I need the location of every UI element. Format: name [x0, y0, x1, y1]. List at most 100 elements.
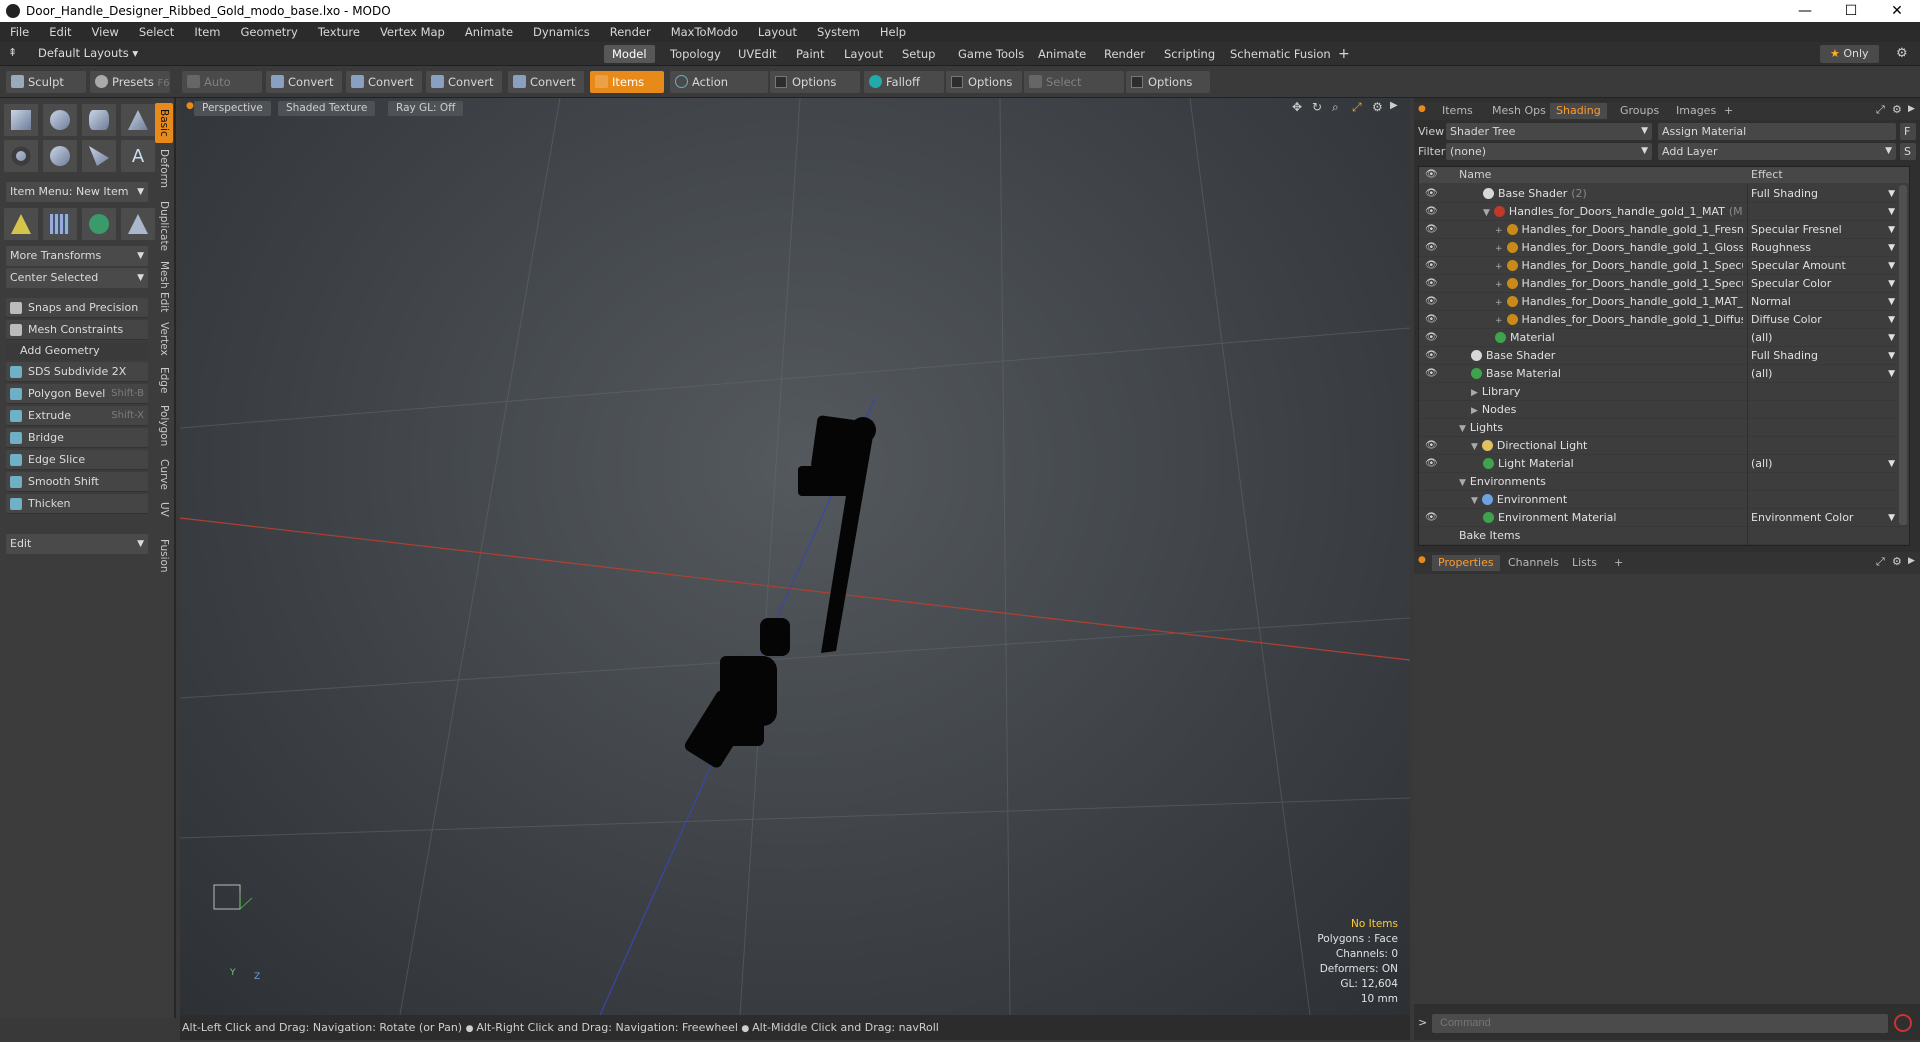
visibility-eye-icon[interactable]: 👁 — [1425, 239, 1439, 257]
options-checkbox[interactable] — [1131, 76, 1143, 88]
vtab-duplicate[interactable]: Duplicate — [155, 197, 173, 255]
convert-button-2[interactable]: Convert — [346, 71, 422, 93]
cylinder-button[interactable] — [82, 104, 116, 136]
shader-tree-row[interactable]: 👁 Base Shader (2) Full Shading ▼ — [1419, 185, 1909, 203]
expand-toggle-icon[interactable]: + — [1495, 280, 1503, 290]
expand-toggle-icon[interactable]: ▼ — [1459, 424, 1466, 434]
close-icon[interactable]: ✕ — [1874, 0, 1920, 22]
shader-tree-row[interactable]: ▶ Library — [1419, 383, 1909, 401]
s-button[interactable]: S — [1900, 143, 1916, 160]
vtab-edge[interactable]: Edge — [155, 363, 173, 397]
minimize-icon[interactable]: — — [1782, 0, 1828, 22]
visibility-eye-icon[interactable]: 👁 — [1425, 329, 1439, 347]
pen-tool-button[interactable] — [82, 140, 116, 172]
tab-images[interactable]: Images — [1670, 103, 1722, 119]
vtab-uv[interactable]: UV — [155, 497, 173, 521]
add-geometry-header[interactable]: Add Geometry — [6, 342, 148, 360]
pyramid-button[interactable] — [121, 208, 155, 240]
options-button-1[interactable]: Options — [770, 71, 860, 93]
vtab-fusion[interactable]: Fusion — [155, 535, 173, 577]
expand-toggle-icon[interactable]: ▼ — [1483, 208, 1490, 218]
mesh-constraints-button[interactable]: Mesh Constraints — [6, 320, 148, 340]
name-column-header[interactable]: Name — [1459, 167, 1491, 183]
f-button[interactable]: F — [1900, 123, 1916, 140]
convert-button-1[interactable]: Convert — [266, 71, 342, 93]
tab-topology[interactable]: Topology — [662, 45, 729, 63]
visibility-eye-icon[interactable]: 👁 — [1425, 293, 1439, 311]
menu-file[interactable]: File — [0, 25, 39, 39]
effect-column-header[interactable]: Effect — [1751, 167, 1783, 183]
vtab-vertex[interactable]: Vertex — [155, 319, 173, 359]
filter-dropdown[interactable]: (none) ▼ — [1446, 143, 1652, 160]
convert-button-3[interactable]: Convert — [426, 71, 502, 93]
vtab-mesh-edit[interactable]: Mesh Edit — [155, 259, 173, 315]
shader-tree-row[interactable]: 👁 + Handles_for_Doors_handle_gold_1_Fresne… — [1419, 221, 1909, 239]
effect-dropdown[interactable]: (all) ▼ — [1747, 329, 1899, 347]
menu-dynamics[interactable]: Dynamics — [523, 25, 600, 39]
vtab-curve[interactable]: Curve — [155, 455, 173, 493]
expand-toggle-icon[interactable]: + — [1495, 226, 1503, 236]
visibility-eye-icon[interactable]: 👁 — [1425, 311, 1439, 329]
viewport-menu-icon[interactable]: ● — [186, 101, 194, 111]
zoom-icon[interactable]: ⌕ — [1332, 100, 1339, 115]
options-button-3[interactable]: Options — [1126, 71, 1210, 93]
menu-select[interactable]: Select — [129, 25, 184, 39]
effect-dropdown[interactable]: (all) ▼ — [1747, 455, 1899, 473]
options-checkbox[interactable] — [951, 76, 963, 88]
snaps-precision-button[interactable]: Snaps and Precision — [6, 298, 148, 318]
capsule-button[interactable] — [43, 140, 77, 172]
visibility-eye-icon[interactable]: 👁 — [1425, 203, 1439, 221]
3d-viewport[interactable]: ● Perspective Shaded Texture Ray GL: Off… — [180, 98, 1410, 1015]
menu-animate[interactable]: Animate — [455, 25, 523, 39]
effect-dropdown[interactable]: Specular Fresnel ▼ — [1747, 221, 1899, 239]
menu-maxtomodo[interactable]: MaxToModo — [661, 25, 748, 39]
default-layouts-dropdown[interactable]: Default Layouts ▾ — [38, 46, 138, 60]
tab-properties[interactable]: Properties — [1432, 555, 1500, 571]
tab-animate[interactable]: Animate — [1030, 45, 1094, 63]
tab-render[interactable]: Render — [1096, 45, 1153, 63]
edit-dropdown[interactable]: Edit ▼ — [6, 534, 148, 554]
shader-tree-row[interactable]: 👁 + Handles_for_Doors_handle_gold_1_Glossi… — [1419, 239, 1909, 257]
add-tab-button[interactable]: + — [1608, 555, 1629, 571]
menu-help[interactable]: Help — [870, 25, 916, 39]
expand-toggle-icon[interactable]: ▶ — [1471, 388, 1478, 398]
menu-geometry[interactable]: Geometry — [231, 25, 308, 39]
tab-model[interactable]: Model — [604, 45, 655, 63]
auto-select-button[interactable]: Auto Select — [182, 71, 262, 111]
view-dropdown[interactable]: Shader Tree ▼ — [1446, 123, 1652, 140]
center-selected-dropdown[interactable]: Center Selected ▼ — [6, 268, 148, 288]
shader-tree-row[interactable]: ▼ Environment — [1419, 491, 1909, 509]
tab-channels[interactable]: Channels — [1502, 555, 1565, 571]
effect-dropdown[interactable]: Full Shading ▼ — [1747, 185, 1899, 203]
visibility-eye-icon[interactable]: 👁 — [1425, 437, 1439, 455]
globe-button[interactable] — [82, 208, 116, 240]
add-layer-dropdown[interactable]: Add Layer ▼ — [1658, 143, 1896, 160]
vtab-polygon[interactable]: Polygon — [155, 401, 173, 451]
menu-vertex-map[interactable]: Vertex Map — [370, 25, 455, 39]
effect-dropdown[interactable]: Environment Color ▼ — [1747, 509, 1899, 527]
tab-schematic-fusion[interactable]: Schematic Fusion — [1222, 45, 1339, 63]
raygl-button[interactable]: Ray GL: Off — [388, 101, 464, 116]
presets-button[interactable]: Presets F6 — [90, 71, 170, 93]
effect-dropdown[interactable]: Full Shading ▼ — [1747, 347, 1899, 365]
visibility-eye-icon[interactable]: 👁 — [1425, 221, 1439, 239]
transform-button[interactable] — [4, 208, 38, 240]
menu-view[interactable]: View — [82, 25, 129, 39]
fit-icon[interactable]: ⤢ — [1352, 100, 1362, 115]
menu-texture[interactable]: Texture — [308, 25, 370, 39]
tab-game-tools[interactable]: Game Tools — [950, 45, 1032, 63]
tab-mesh-ops[interactable]: Mesh Ops — [1486, 103, 1552, 119]
expand-toggle-icon[interactable]: + — [1495, 298, 1503, 308]
shader-tree-row[interactable]: ▼ Environments — [1419, 473, 1909, 491]
items-mode-button[interactable]: Items — [590, 71, 664, 93]
menu-render[interactable]: Render — [600, 25, 661, 39]
text-tool-button[interactable]: A — [121, 140, 155, 172]
effect-dropdown[interactable]: Diffuse Color ▼ — [1747, 311, 1899, 329]
falloff-button[interactable]: Falloff — [864, 71, 944, 93]
bridge-button[interactable]: Bridge — [6, 428, 148, 448]
expand-toggle-icon[interactable]: ▼ — [1471, 496, 1478, 506]
visibility-eye-icon[interactable]: 👁 — [1425, 509, 1439, 527]
maximize-icon[interactable]: ☐ — [1828, 0, 1874, 22]
tab-shading[interactable]: Shading — [1550, 103, 1607, 119]
extrude-button[interactable]: Extrude Shift-X — [6, 406, 148, 426]
